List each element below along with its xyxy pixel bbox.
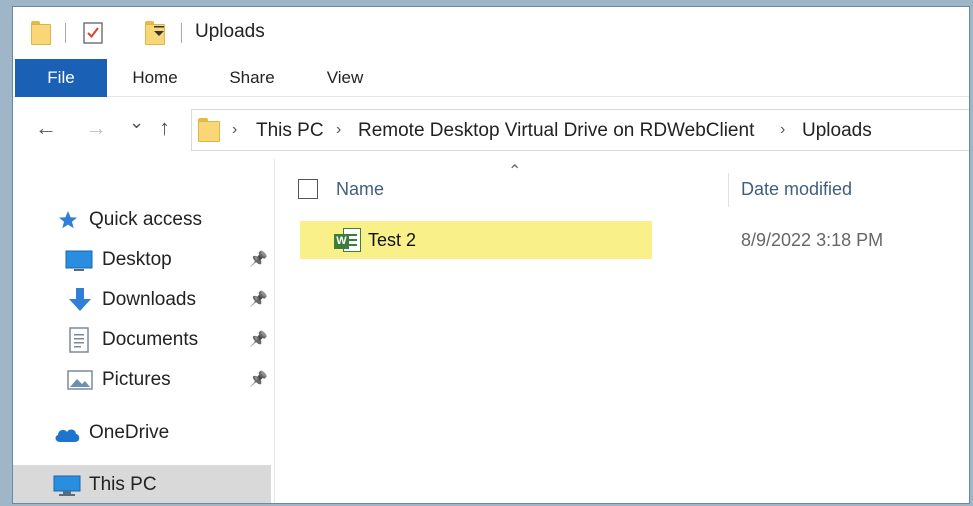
sidebar-item-label: Downloads: [102, 289, 196, 310]
star-icon: [57, 209, 79, 236]
pin-icon[interactable]: 📌: [249, 370, 268, 388]
sidebar-item-documents[interactable]: Documents 📌: [13, 321, 271, 359]
tab-home[interactable]: Home: [121, 59, 189, 97]
download-arrow-icon: [67, 287, 93, 318]
file-explorer-window: Uploads File Home Share View ← → ⌄ ↑ › T…: [12, 6, 970, 504]
sidebar-item-label: This PC: [89, 474, 157, 495]
cloud-icon: [53, 425, 81, 448]
column-header-name[interactable]: Name: [336, 179, 384, 200]
file-list: ⌃ Name Date modified W Test 2 8/9/2022 3…: [276, 159, 969, 503]
pin-icon[interactable]: 📌: [249, 290, 268, 308]
sidebar-item-this-pc[interactable]: This PC: [13, 465, 271, 503]
computer-icon: [53, 475, 81, 502]
sidebar-item-label: Documents: [102, 329, 199, 350]
forward-button[interactable]: →: [85, 117, 107, 139]
file-name[interactable]: Test 2: [368, 230, 416, 251]
documents-icon: [69, 327, 89, 358]
properties-icon[interactable]: [83, 22, 103, 44]
sidebar-item-pictures[interactable]: Pictures 📌: [13, 361, 271, 399]
sidebar-item-onedrive[interactable]: OneDrive: [13, 414, 271, 452]
breadcrumb-uploads[interactable]: Uploads: [802, 120, 872, 142]
pin-icon[interactable]: 📌: [249, 330, 268, 348]
recent-locations-button[interactable]: ⌄: [129, 111, 144, 133]
pictures-icon: [67, 370, 93, 395]
folder-icon[interactable]: [31, 21, 51, 45]
customize-dropdown-icon[interactable]: [153, 23, 165, 42]
column-divider[interactable]: [728, 173, 729, 207]
file-row[interactable]: W Test 2: [300, 221, 652, 259]
file-date-modified: 8/9/2022 3:18 PM: [741, 230, 884, 250]
breadcrumb-this-pc[interactable]: This PC: [256, 120, 324, 142]
sort-ascending-icon: ⌃: [508, 163, 522, 180]
sidebar-item-downloads[interactable]: Downloads 📌: [13, 281, 271, 319]
title-divider: [181, 23, 182, 43]
desktop-icon: [65, 250, 93, 277]
sidebar-item-label: Desktop: [102, 249, 172, 270]
back-button[interactable]: ←: [35, 117, 57, 139]
sidebar-item-desktop[interactable]: Desktop 📌: [13, 241, 271, 279]
title-bar: Uploads: [13, 7, 969, 59]
pin-icon[interactable]: 📌: [249, 250, 268, 268]
address-bar[interactable]: › This PC › Remote Desktop Virtual Drive…: [191, 109, 969, 151]
tab-share[interactable]: Share: [219, 59, 285, 97]
up-button[interactable]: ↑: [159, 117, 170, 139]
sidebar-item-label: Quick access: [89, 209, 202, 230]
ribbon-tab-bar: File Home Share View: [13, 59, 969, 97]
breadcrumb-chevron-icon[interactable]: ›: [336, 121, 341, 139]
tab-file[interactable]: File: [15, 59, 107, 97]
navigation-pane: Quick access Desktop 📌 Downloads 📌 Docum…: [13, 159, 275, 503]
breadcrumb-chevron-icon[interactable]: ›: [780, 121, 785, 139]
column-header-date-modified[interactable]: Date modified: [741, 179, 852, 200]
breadcrumb-remote-drive[interactable]: Remote Desktop Virtual Drive on RDWebCli…: [358, 120, 754, 142]
sidebar-item-label: OneDrive: [89, 422, 170, 443]
sidebar-item-label: Pictures: [102, 369, 171, 390]
toolbar-divider: [65, 23, 66, 43]
tab-view[interactable]: View: [313, 59, 377, 97]
window-title: Uploads: [195, 21, 265, 42]
folder-icon: [198, 118, 220, 142]
word-document-icon: W: [334, 228, 362, 254]
select-all-checkbox[interactable]: [298, 179, 318, 199]
navigation-bar: ← → ⌄ ↑ › This PC › Remote Desktop Virtu…: [13, 97, 969, 159]
breadcrumb-chevron-icon[interactable]: ›: [232, 121, 237, 139]
sidebar-item-quick-access[interactable]: Quick access: [13, 201, 271, 239]
